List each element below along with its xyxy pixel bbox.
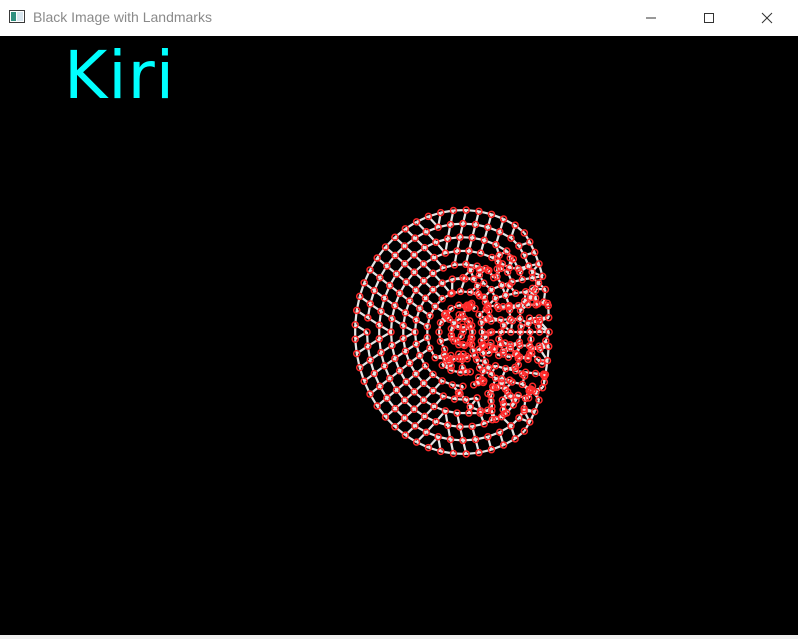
maximize-icon (704, 13, 714, 23)
maximize-button[interactable] (686, 0, 732, 36)
close-button[interactable] (744, 0, 790, 36)
minimize-button[interactable] (628, 0, 674, 36)
minimize-icon (646, 17, 656, 19)
title-bar[interactable]: Black Image with Landmarks (0, 0, 798, 36)
app-icon (9, 10, 25, 23)
face-landmark-mesh (351, 206, 553, 458)
close-icon (761, 12, 773, 24)
app-window: Black Image with Landmarks Kiri (0, 0, 798, 639)
image-canvas: Kiri (0, 36, 798, 635)
window-title: Black Image with Landmarks (33, 9, 212, 25)
window-bottom-edge (0, 635, 798, 639)
